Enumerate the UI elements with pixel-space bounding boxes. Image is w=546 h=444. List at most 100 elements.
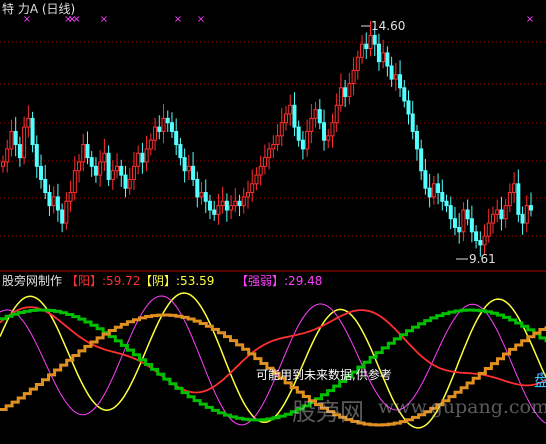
candle-body-10 — [43, 178, 48, 194]
candle-body-97 — [410, 113, 415, 132]
candle-body-121 — [512, 183, 517, 194]
candle-body-95 — [402, 87, 407, 102]
candle-body-49 — [207, 200, 212, 211]
candle-body-85 — [360, 43, 365, 58]
candle-body-41 — [174, 130, 179, 146]
candle-body-124 — [524, 205, 529, 224]
candle-body-12 — [51, 196, 56, 207]
candle-body-114 — [482, 235, 487, 246]
candle-body-96 — [406, 100, 411, 115]
candle-body-44 — [186, 165, 191, 172]
candle-body-16 — [68, 192, 73, 202]
candle-body-23 — [98, 161, 103, 176]
candle-body-32 — [136, 152, 141, 167]
candle-body-90 — [381, 52, 386, 63]
candle-body-6 — [26, 117, 31, 128]
candle-body-38 — [161, 117, 166, 132]
candle-body-52 — [220, 200, 225, 207]
candle-body-59 — [250, 183, 255, 194]
candle-body-116 — [490, 213, 495, 224]
candle-body-67 — [284, 113, 289, 124]
qiangruo-name: 【强弱】 — [236, 274, 285, 288]
candle-body-110 — [465, 209, 470, 220]
candle-body-28 — [119, 165, 124, 176]
candle-body-94 — [398, 74, 403, 89]
candle-body-43 — [182, 157, 187, 172]
candle-body-75 — [317, 109, 322, 124]
candle-body-5 — [22, 126, 27, 159]
yin-legend: 【阴】:53.59 — [140, 274, 214, 288]
candle-body-99 — [419, 148, 424, 172]
candle-body-37 — [157, 126, 162, 132]
qiangruo-legend: 【强弱】:29.48 — [236, 274, 322, 288]
candle-body-83 — [351, 69, 356, 84]
low-price-label: 9.61 — [469, 252, 496, 266]
candle-body-18 — [77, 161, 82, 172]
candle-body-57 — [241, 196, 246, 207]
candle-body-101 — [427, 187, 432, 198]
candle-body-24 — [102, 152, 107, 163]
candle-body-91 — [385, 52, 390, 67]
candle-body-36 — [153, 126, 158, 141]
candle-body-119 — [503, 205, 508, 220]
candle-body-89 — [376, 43, 381, 63]
yang-legend: 【阳】:59.72 — [66, 274, 140, 288]
candle-body-112 — [474, 231, 479, 242]
candle-body-21 — [89, 157, 94, 167]
candle-body-8 — [34, 144, 39, 167]
candle-body-113 — [478, 240, 483, 246]
candle-body-46 — [195, 178, 200, 198]
candle-body-40 — [169, 122, 174, 132]
candle-body-106 — [448, 205, 453, 220]
candle-body-69 — [292, 104, 297, 128]
candle-body-7 — [30, 117, 35, 146]
candle-body-79 — [334, 104, 339, 124]
watermark-cn: 股旁网 — [292, 398, 364, 426]
high-price-label: 14.60 — [371, 19, 406, 33]
candle-body-109 — [461, 209, 466, 233]
candle-body-102 — [431, 183, 436, 198]
signal-markers: × × × × × ××× — [23, 14, 534, 25]
yang-name: 【阳】 — [66, 274, 103, 288]
candle-body-25 — [106, 152, 111, 180]
candle-body-104 — [440, 192, 445, 202]
candle-body-42 — [178, 144, 183, 159]
candle-body-33 — [140, 152, 145, 163]
candle-body-105 — [444, 200, 449, 207]
candle-body-2 — [9, 130, 14, 150]
candle-body-13 — [55, 196, 60, 211]
candle-body-61 — [258, 165, 263, 176]
watermark-url: www.gupang.com — [378, 396, 546, 418]
candle-body-22 — [93, 165, 98, 176]
candle-body-60 — [254, 174, 259, 185]
candle-body-58 — [245, 192, 250, 198]
candle-body-111 — [469, 218, 474, 233]
qiangruo-value: :29.48 — [284, 274, 323, 288]
candle-body-30 — [127, 178, 132, 189]
candle-body-82 — [347, 82, 352, 98]
candle-body-9 — [39, 165, 44, 180]
candle-body-98 — [414, 130, 419, 150]
yin-value: :53.59 — [176, 274, 215, 288]
candle-body-122 — [516, 183, 521, 215]
candle-body-92 — [389, 65, 394, 80]
candle-body-29 — [123, 174, 128, 189]
candle-body-55 — [233, 200, 238, 207]
candle-body-3 — [13, 130, 18, 146]
candle-body-78 — [330, 122, 335, 137]
candle-body-84 — [355, 56, 360, 71]
signal-marker-2: × — [100, 14, 108, 25]
candle-body-73 — [309, 117, 314, 132]
candle-body-35 — [148, 139, 153, 150]
indicator-author-label: 股旁网制作 — [2, 274, 63, 288]
candle-body-62 — [262, 157, 267, 167]
candle-body-53 — [224, 200, 229, 211]
candle-body-115 — [486, 222, 491, 237]
candle-body-34 — [144, 148, 149, 163]
candle-body-120 — [507, 192, 512, 207]
yin-name: 【阴】 — [140, 274, 177, 288]
future-data-note: 可能用到未来数据,供参考 — [256, 368, 392, 382]
candle-body-48 — [203, 192, 208, 202]
candle-body-4 — [17, 144, 22, 159]
candle-body-76 — [322, 122, 327, 141]
